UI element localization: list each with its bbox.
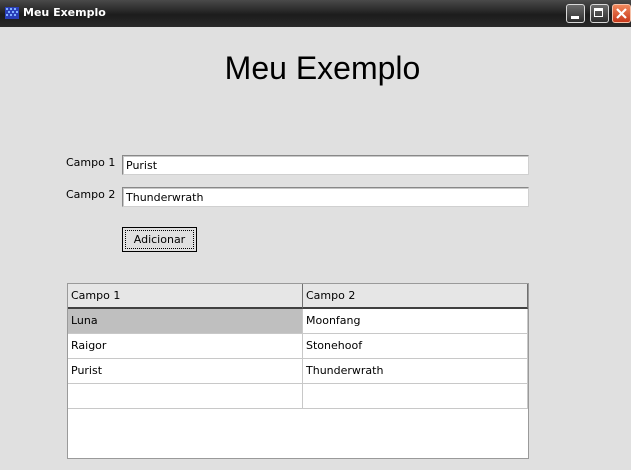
table-row[interactable]: Raigor Stonehoof xyxy=(68,334,528,359)
table-cell[interactable]: Raigor xyxy=(68,334,303,359)
table-cell-empty[interactable] xyxy=(68,384,303,409)
table-row[interactable]: Purist Thunderwrath xyxy=(68,359,528,384)
adicionar-button[interactable]: Adicionar xyxy=(122,227,197,252)
table-row-new[interactable] xyxy=(68,384,528,409)
title-bar[interactable]: Meu Exemplo xyxy=(0,0,631,27)
table-cell-empty[interactable] xyxy=(303,384,528,409)
adicionar-button-label: Adicionar xyxy=(125,230,194,249)
window-title: Meu Exemplo xyxy=(23,6,106,19)
table-cell[interactable]: Thunderwrath xyxy=(303,359,528,384)
column-header-campo2[interactable]: Campo 2 xyxy=(303,284,528,309)
campo1-input[interactable] xyxy=(122,155,529,175)
maximize-icon[interactable] xyxy=(590,4,609,23)
minimize-icon[interactable] xyxy=(566,4,585,23)
campo2-input[interactable] xyxy=(122,187,529,207)
table-cell[interactable]: Purist xyxy=(68,359,303,384)
campo2-label: Campo 2 xyxy=(66,188,116,201)
page-heading: Meu Exemplo xyxy=(224,50,421,86)
table-cell[interactable]: Moonfang xyxy=(303,309,528,334)
table-cell[interactable]: Stonehoof xyxy=(303,334,528,359)
table-cell-selected[interactable]: Luna xyxy=(68,309,303,334)
campo1-label: Campo 1 xyxy=(66,156,116,169)
column-header-campo1[interactable]: Campo 1 xyxy=(68,284,303,309)
data-table[interactable]: Campo 1 Campo 2 Luna Moonfang Raigor Sto… xyxy=(67,283,529,459)
grid-app-icon xyxy=(4,5,20,21)
close-icon[interactable] xyxy=(612,4,631,23)
app-window: Meu Exemplo Meu Exemplo Campo 1 Campo 2 … xyxy=(0,0,631,470)
table-row[interactable]: Luna Moonfang xyxy=(68,309,528,334)
